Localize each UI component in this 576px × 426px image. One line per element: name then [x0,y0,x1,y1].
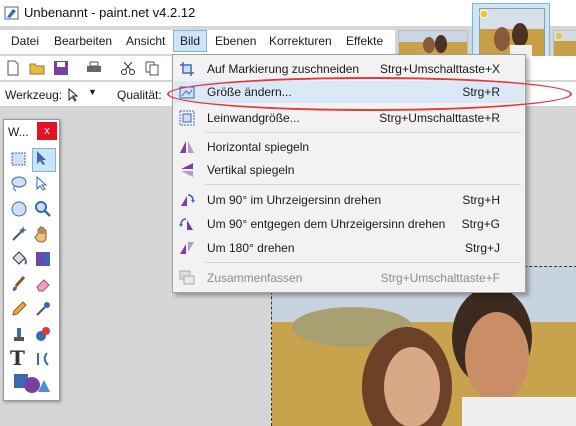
crop-icon [180,62,194,76]
cut-icon[interactable] [120,60,136,76]
menu-item-label: Leinwandgröße... [207,111,300,125]
flip-vertical-icon [181,163,193,177]
zoom-icon[interactable] [34,200,52,218]
flip-horizontal-icon [180,141,194,153]
eraser-icon[interactable] [34,275,52,293]
menu-separator [205,262,521,263]
ellipse-select-icon[interactable] [10,200,28,218]
rotate-ccw-icon [179,218,193,230]
menu-bild[interactable]: Bild [173,30,208,52]
flatten-icon [179,270,195,285]
image-tab-thumbnail[interactable] [553,30,576,58]
menu-item-rotate-180[interactable]: Um 180° drehen Strg+J [174,237,524,259]
color-picker-icon[interactable] [34,300,52,318]
magic-wand-icon[interactable] [10,225,28,243]
paint-bucket-icon[interactable] [10,250,28,268]
menu-item-label: Um 90° entgegen dem Uhrzeigersinn drehen [207,217,446,231]
move-selected-tool[interactable] [32,148,56,172]
copy-icon[interactable] [144,60,160,76]
move-selection-icon[interactable] [34,175,52,193]
menu-item-label: Um 90° im Uhrzeigersinn drehen [207,193,382,207]
pencil-icon[interactable] [10,300,28,318]
close-button[interactable]: x [37,122,57,140]
menu-separator [205,132,521,133]
menu-bearbeiten[interactable]: Bearbeiten [48,30,118,52]
menu-effekte[interactable]: Effekte [340,30,389,52]
menu-separator [205,184,521,185]
text-tool-icon[interactable]: T [10,348,28,368]
move-selection-icon[interactable] [66,87,82,103]
rectangle-select-icon[interactable] [10,150,28,168]
lasso-select-icon[interactable] [10,175,28,193]
menu-item-flatten: Zusammenfassen Strg+Umschalttaste+F [174,267,524,289]
paint-net-icon [4,6,19,20]
menu-item-label: Horizontal spiegeln [207,140,310,154]
rotate-cw-icon [181,194,195,206]
menu-ansicht[interactable]: Ansicht [120,30,171,52]
shapes-icon[interactable] [12,372,52,394]
menu-item-shortcut: Strg+G [461,217,500,231]
menu-korrekturen[interactable]: Korrekturen [263,30,338,52]
rotate-180-icon [180,242,194,254]
new-file-icon[interactable] [5,60,21,76]
menu-item-label: Vertikal spiegeln [207,163,295,177]
menu-item-label: Auf Markierung zuschneiden [207,62,360,76]
menu-item-shortcut: Strg+Umschalttaste+R [379,111,500,125]
pan-hand-icon[interactable] [34,225,52,243]
print-icon[interactable] [86,60,102,76]
recolor-icon[interactable] [34,325,52,343]
sun-icon [479,9,489,19]
tools-window: W... x T [3,119,60,401]
highlight-annotation-ring [167,77,572,111]
gradient-icon[interactable] [34,250,52,268]
tools-window-title: W... [8,125,29,139]
tool-label: Werkzeug: [5,88,63,102]
paintbrush-icon[interactable] [10,275,28,293]
window-title: Unbenannt - paint.net v4.2.12 [24,5,196,20]
menu-ebenen[interactable]: Ebenen [209,30,262,52]
menu-item-shortcut: Strg+H [462,193,500,207]
clone-stamp-icon[interactable] [10,325,28,343]
line-curve-icon[interactable] [34,350,52,368]
menu-item-label: Um 180° drehen [207,241,295,255]
menu-item-flip-horizontal[interactable]: Horizontal spiegeln [174,136,524,158]
save-icon[interactable] [53,60,69,76]
move-selected-icon [37,151,46,165]
menu-item-shortcut: Strg+J [464,241,500,255]
menu-item-rotate-cw[interactable]: Um 90° im Uhrzeigersinn drehen Strg+H [174,189,524,211]
menu-datei[interactable]: Datei [5,30,45,52]
quality-label: Qualität: [117,88,162,102]
canvas-size-icon [179,110,195,126]
menu-item-flip-vertical[interactable]: Vertikal spiegeln [174,159,524,181]
menu-item-shortcut: Strg+Umschalttaste+F [380,271,500,285]
chevron-down-icon[interactable]: ▼ [88,87,97,97]
menu-item-label: Zusammenfassen [207,271,303,285]
menu-item-rotate-ccw[interactable]: Um 90° entgegen dem Uhrzeigersinn drehen… [174,213,524,235]
open-folder-icon[interactable] [29,60,45,76]
menu-item-shortcut: Strg+Umschalttaste+X [379,62,500,76]
